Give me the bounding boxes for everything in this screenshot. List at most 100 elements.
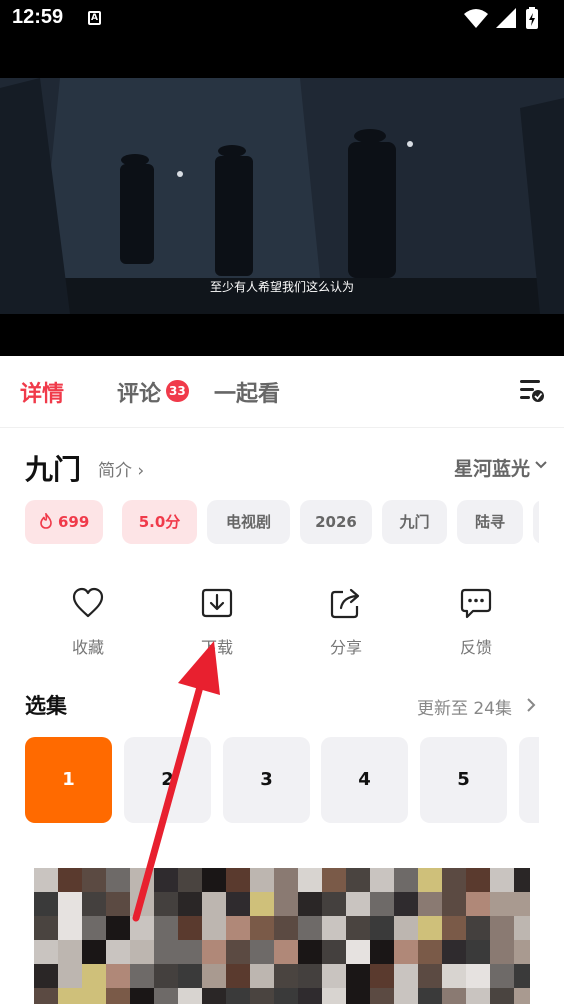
thumbnail-pixel (514, 868, 530, 892)
thumbnail-pixel (58, 964, 82, 988)
status-time: 12:59 (12, 6, 64, 28)
thumbnail-pixel (202, 988, 226, 1004)
show-title-row: 九门 简介 › 星河蓝光 (0, 448, 564, 488)
thumbnail-pixel (466, 868, 490, 892)
thumbnail-pixel (178, 940, 202, 964)
thumbnail-pixel (58, 988, 82, 1004)
episode-3[interactable]: 3 (223, 737, 310, 823)
thumbnail-pixel (250, 940, 274, 964)
thumbnail-pixel (346, 940, 370, 964)
thumbnail-pixel (274, 868, 298, 892)
thumbnail-pixel (418, 892, 442, 916)
episodes-title: 选集 (25, 694, 67, 718)
episode-5[interactable]: 5 (420, 737, 507, 823)
thumbnail-pixel (418, 940, 442, 964)
status-bar: 12:59 A (0, 0, 564, 38)
thumbnail-pixel (346, 964, 370, 988)
tab-watch-together[interactable]: 一起看 (214, 376, 280, 408)
thumbnail-pixel (34, 868, 58, 892)
tab-details[interactable]: 详情 (20, 376, 64, 408)
thumbnail-pixel (130, 916, 154, 940)
tab-comments[interactable]: 评论 (117, 376, 161, 408)
thumbnail-pixel (250, 988, 274, 1004)
chip-actor[interactable]: 陆寻 (457, 500, 523, 544)
chip-more[interactable] (533, 500, 539, 544)
thumbnail-pixel (322, 964, 346, 988)
thumbnail-pixel (154, 868, 178, 892)
episode-more[interactable] (519, 737, 539, 823)
thumbnail-pixel (370, 940, 394, 964)
thumbnail-pixel (490, 868, 514, 892)
thumbnail-pixel (370, 868, 394, 892)
thumbnail-pixel (34, 892, 58, 916)
share-button[interactable]: 分享 (296, 586, 396, 666)
thumbnail-pixel (514, 892, 530, 916)
battery-icon (526, 7, 538, 29)
list-settings-icon[interactable] (518, 378, 546, 404)
favorite-button[interactable]: 收藏 (38, 586, 138, 666)
thumbnail-pixel (130, 868, 154, 892)
thumbnail-pixel (226, 940, 250, 964)
chevron-right-icon[interactable] (524, 697, 538, 713)
thumbnail-pixel (490, 964, 514, 988)
chip-type[interactable]: 电视剧 (207, 500, 290, 544)
thumbnail-pixel (442, 868, 466, 892)
system-status-icons (464, 7, 538, 29)
feedback-button[interactable]: 反馈 (426, 586, 526, 666)
thumbnail-pixel (442, 892, 466, 916)
thumbnail-pixel (82, 964, 106, 988)
thumbnail-pixel (370, 964, 394, 988)
source-selector[interactable]: 星河蓝光 (454, 454, 530, 481)
thumbnail-pixel (322, 892, 346, 916)
download-icon (201, 588, 233, 618)
chip-hotness[interactable]: 699 (25, 500, 103, 544)
thumbnail-pixel (514, 988, 530, 1004)
thumbnail-pixel (274, 916, 298, 940)
thumbnail-pixel (490, 940, 514, 964)
thumbnail-pixel (250, 892, 274, 916)
thumbnail-pixel (34, 964, 58, 988)
thumbnail-pixel (466, 892, 490, 916)
thumbnail-pixel (82, 916, 106, 940)
thumbnail-pixel (322, 940, 346, 964)
chip-rating[interactable]: 5.0分 (122, 500, 197, 544)
episodes-header: 选集 更新至 24集 (0, 688, 564, 722)
thumbnail-pixel (298, 940, 322, 964)
share-label: 分享 (329, 638, 362, 657)
heart-icon (72, 587, 104, 618)
thumbnail-pixel (82, 868, 106, 892)
thumbnail-pixel (154, 892, 178, 916)
thumbnail-pixel (514, 940, 530, 964)
flame-icon (39, 511, 52, 529)
thumbnail-pixel (370, 916, 394, 940)
video-player[interactable]: 至少有人希望我们这么认为 (0, 38, 564, 356)
episode-4[interactable]: 4 (321, 737, 408, 823)
thumbnail-pixel (274, 940, 298, 964)
episode-2[interactable]: 2 (124, 737, 211, 823)
download-button[interactable]: 下载 (167, 586, 267, 666)
thumbnail-pixel (202, 940, 226, 964)
thumbnail-pixel (178, 988, 202, 1004)
thumbnail-pixel (250, 916, 274, 940)
feedback-icon (460, 588, 492, 619)
thumbnail-pixel (130, 988, 154, 1004)
thumbnail-pixel (298, 892, 322, 916)
download-label: 下载 (200, 638, 233, 657)
episode-1[interactable]: 1 (25, 737, 112, 823)
chip-title[interactable]: 九门 (382, 500, 447, 544)
chip-year[interactable]: 2026 (300, 500, 372, 544)
tag-chips: 699 5.0分 电视剧 2026 九门 陆寻 (25, 500, 539, 544)
thumbnail-pixel (58, 892, 82, 916)
episodes-update-link[interactable]: 更新至 24集 (417, 694, 512, 719)
chevron-down-icon[interactable] (534, 458, 548, 472)
chevron-right-icon: › (137, 461, 145, 481)
thumbnail-pixel (298, 964, 322, 988)
thumbnail-pixel (106, 892, 130, 916)
intro-link[interactable]: 简介 › (98, 456, 144, 481)
thumbnail-pixel (130, 892, 154, 916)
thumbnail-pixel (346, 916, 370, 940)
thumbnail-pixel (250, 868, 274, 892)
thumbnail-pixel (106, 916, 130, 940)
share-icon (330, 588, 360, 619)
thumbnail-pixel (442, 988, 466, 1004)
